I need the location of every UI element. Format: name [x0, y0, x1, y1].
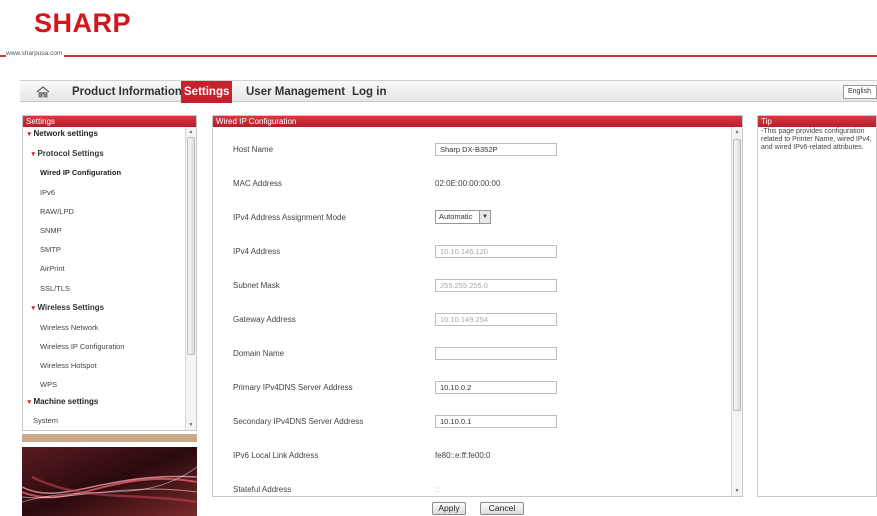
sidebar-item-machine-settings[interactable]: ▼Machine settings: [26, 397, 98, 406]
gateway-address-label: Gateway Address: [233, 315, 296, 324]
secondary-dns-input[interactable]: 10.10.0.1: [435, 415, 557, 428]
primary-dns-input[interactable]: 10.10.0.2: [435, 381, 557, 394]
cancel-button[interactable]: Cancel: [480, 502, 524, 515]
sidebar-scrollbar[interactable]: ▲ ▼: [185, 127, 196, 430]
host-name-label: Host Name: [233, 145, 274, 154]
language-select[interactable]: English ▼: [843, 85, 877, 99]
scroll-down-icon[interactable]: ▼: [186, 420, 196, 430]
sharp-logo: SHARP: [34, 8, 132, 38]
sidebar-item-protocol-settings[interactable]: ▼Protocol Settings: [30, 149, 104, 158]
sidebar-item-wireless-ip-configuration[interactable]: Wireless IP Configuration: [40, 342, 124, 351]
nav-log-in[interactable]: Log in: [352, 81, 387, 103]
ipv4-address-label: IPv4 Address: [233, 247, 281, 256]
language-value: English: [848, 88, 871, 95]
header-divider: [0, 55, 877, 57]
sidebar-item-wireless-settings[interactable]: ▼Wireless Settings: [30, 303, 104, 312]
sidebar-item-wps[interactable]: WPS: [40, 380, 57, 389]
sidebar-item-wireless-hotspot[interactable]: Wireless Hotspot: [40, 361, 97, 370]
domain-name-label: Domain Name: [233, 349, 285, 358]
nav-user-management[interactable]: User Management: [246, 81, 345, 103]
decorative-bar: [22, 434, 197, 442]
ipv6-link-local-value: fe80::e:ff:fe00:0: [435, 451, 491, 460]
ipv4-mode-select[interactable]: Automatic ▼: [435, 210, 491, 224]
promo-image: [22, 447, 197, 516]
expand-triangle-icon[interactable]: ▼: [26, 399, 32, 406]
expand-triangle-icon[interactable]: ▼: [30, 305, 36, 312]
sidebar-item-snmp[interactable]: SNMP: [40, 226, 62, 235]
sidebar-item-raw-lpd[interactable]: RAW/LPD: [40, 207, 74, 216]
sidebar-item-ssl-tls[interactable]: SSL/TLS: [40, 284, 70, 293]
home-icon[interactable]: [36, 85, 50, 99]
scroll-thumb[interactable]: [187, 137, 195, 355]
apply-button[interactable]: Apply: [432, 502, 466, 515]
sidebar-item-wired-ip-configuration[interactable]: Wired IP Configuration: [40, 168, 121, 177]
sidebar-item-airprint[interactable]: AirPrint: [40, 264, 65, 273]
gateway-address-input[interactable]: 10.10.149.254: [435, 313, 557, 326]
main-scrollbar[interactable]: ▲ ▼: [731, 127, 742, 496]
secondary-dns-label: Secondary IPv4DNS Server Address: [233, 417, 364, 426]
ipv6-link-local-label: IPv6 Local Link Address: [233, 451, 319, 460]
chevron-down-icon[interactable]: ▼: [479, 211, 490, 223]
top-navbar: Product Information Settings User Manage…: [20, 80, 877, 103]
sidebar-item-smtp[interactable]: SMTP: [40, 245, 61, 254]
sidebar-item-network-settings[interactable]: ▼Network settings: [26, 129, 98, 138]
primary-dns-label: Primary IPv4DNS Server Address: [233, 383, 353, 392]
nav-settings[interactable]: Settings: [181, 81, 233, 103]
ipv4-address-input[interactable]: 10.10.146.120: [435, 245, 557, 258]
mac-address-label: MAC Address: [233, 179, 282, 188]
settings-sidebar: Settings ▼Network settings ▼Protocol Set…: [22, 115, 197, 431]
scroll-up-icon[interactable]: ▲: [732, 127, 742, 137]
sidebar-item-ipv6[interactable]: IPv6: [40, 188, 55, 197]
sidebar-item-system[interactable]: System: [33, 416, 58, 425]
subnet-mask-label: Subnet Mask: [233, 281, 280, 290]
stateful-address-label: Stateful Address: [233, 485, 292, 494]
tip-panel: Tip -This page provides configuration re…: [757, 115, 877, 497]
nav-product-information[interactable]: Product Information: [72, 81, 182, 103]
ipv4-mode-label: IPv4 Address Assignment Mode: [233, 213, 346, 222]
tip-title: Tip: [758, 116, 876, 127]
expand-triangle-icon[interactable]: ▼: [26, 131, 32, 138]
brand-url: www.sharpusa.com: [6, 50, 65, 57]
expand-triangle-icon[interactable]: ▼: [30, 151, 36, 158]
scroll-thumb[interactable]: [733, 139, 741, 411]
scroll-down-icon[interactable]: ▼: [732, 486, 742, 496]
mac-address-value: 02:0E:00:00:00:00: [435, 179, 501, 188]
subnet-mask-input[interactable]: 255.255.255.0: [435, 279, 557, 292]
main-panel-title: Wired IP Configuration: [213, 116, 742, 127]
tip-text: -This page provides configuration relate…: [761, 128, 872, 151]
sidebar-title: Settings: [23, 116, 196, 127]
wired-ip-config-panel: Wired IP Configuration Host Name Sharp D…: [212, 115, 743, 497]
stateful-address-value: ::: [435, 485, 440, 494]
sidebar-item-wireless-network[interactable]: Wireless Network: [40, 323, 98, 332]
ipv4-mode-value: Automatic: [439, 212, 473, 221]
scroll-up-icon[interactable]: ▲: [186, 127, 196, 137]
host-name-input[interactable]: Sharp DX-B352P: [435, 143, 557, 156]
domain-name-input[interactable]: [435, 347, 557, 360]
